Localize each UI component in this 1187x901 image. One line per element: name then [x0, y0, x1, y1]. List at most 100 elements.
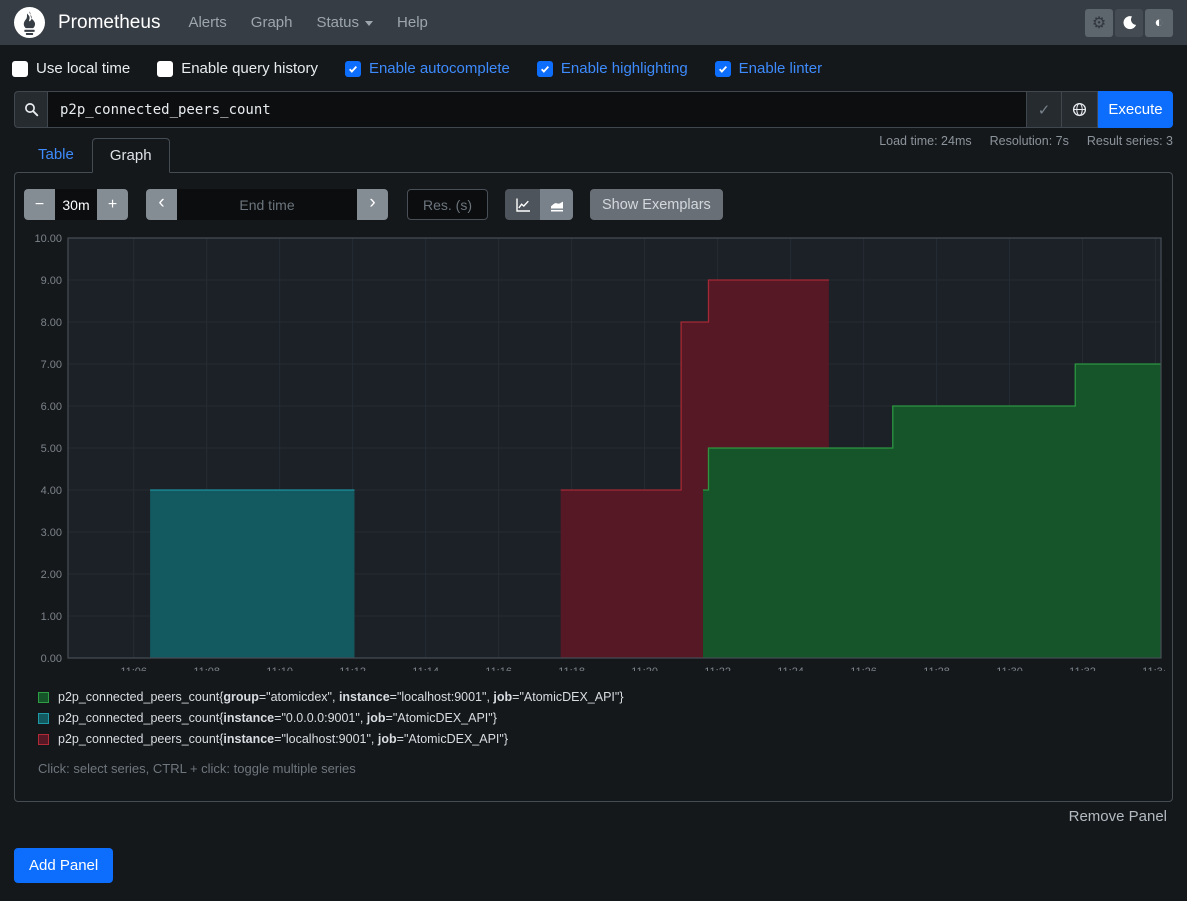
tab-table[interactable]: Table — [20, 137, 92, 172]
time-series-chart[interactable]: 0.00 1.00 2.00 3.00 4.00 5.00 6.00 7.00 8.00 9.00… — [24, 233, 1165, 671]
metrics-explorer-globe-icon[interactable] — [1062, 91, 1098, 128]
x-axis-label: 11:28 — [923, 666, 950, 671]
legend-item-0-0-0-0-9001-atomicdex-api[interactable]: p2p_connected_peers_count{instance="0.0.… — [38, 711, 1163, 725]
nav-item-graph[interactable]: Graph — [251, 14, 293, 31]
show-exemplars-button[interactable]: Show Exemplars — [590, 189, 723, 220]
y-axis-label: 8.00 — [41, 317, 62, 329]
chart[interactable]: 0.00 1.00 2.00 3.00 4.00 5.00 6.00 7.00 8.00 9.00… — [24, 233, 1163, 676]
auto-theme-contrast-icon[interactable]: ◐ — [1145, 9, 1173, 37]
query-stats: Load time: 24ms Resolution: 7s Result se… — [879, 134, 1173, 148]
query-expression-input[interactable] — [47, 91, 1027, 128]
x-axis-label: 11:12 — [339, 666, 366, 671]
y-axis-label: 4.00 — [41, 485, 62, 497]
load-time: Load time: 24ms — [879, 134, 971, 148]
line-graph-icon[interactable] — [505, 189, 540, 220]
x-axis-label: 11:32 — [1069, 666, 1096, 671]
option-label: Use local time — [36, 60, 130, 77]
checkbox-checked-icon[interactable] — [537, 61, 553, 77]
legend-hint: Click: select series, CTRL + click: togg… — [38, 761, 1163, 776]
options-row: Use local time Enable query history Enable… — [0, 45, 1187, 91]
moon-icon — [1122, 15, 1137, 30]
x-axis-label: 11:08 — [193, 666, 220, 671]
graph-type-toggle — [505, 189, 573, 220]
y-axis-label: 0.00 — [41, 653, 62, 665]
caret-down-icon — [365, 21, 373, 26]
navbar: Prometheus Alerts Graph Status Help ⚙ ◐ — [0, 0, 1187, 45]
query-bar: ✓ Execute — [14, 91, 1173, 128]
y-axis-label: 6.00 — [41, 401, 62, 413]
option-label: Enable linter — [739, 60, 822, 77]
checkbox-checked-icon[interactable] — [715, 61, 731, 77]
duration-input[interactable] — [55, 189, 97, 220]
y-axis-label: 9.00 — [41, 275, 62, 287]
series-name: p2p_connected_peers_count{instance="loca… — [58, 732, 508, 746]
execute-button[interactable]: Execute — [1098, 91, 1173, 128]
duration-increase-button[interactable]: + — [97, 189, 128, 220]
series-area-0-0-0-0-9001-atomicdex-api[interactable] — [150, 490, 354, 658]
theme-button-group: ⚙ ◐ — [1085, 9, 1173, 37]
y-axis-label: 5.00 — [41, 443, 62, 455]
x-axis-label: 11:14 — [412, 666, 439, 671]
brand-title[interactable]: Prometheus — [58, 12, 160, 34]
time-back-chevron-left[interactable]: ‹ — [146, 189, 177, 220]
tab-graph[interactable]: Graph — [92, 138, 170, 173]
x-axis-label: 11:34 — [1142, 666, 1165, 671]
nav-item-help[interactable]: Help — [397, 14, 428, 31]
query-valid-check-icon[interactable]: ✓ — [1027, 91, 1062, 128]
series-swatch-icon — [38, 734, 49, 745]
series-swatch-icon — [38, 713, 49, 724]
prometheus-logo-icon — [14, 7, 45, 38]
y-axis-label: 1.00 — [41, 611, 62, 623]
x-axis-label: 11:10 — [266, 666, 293, 671]
checkbox-unchecked-icon[interactable] — [12, 61, 28, 77]
x-axis-label: 11:20 — [631, 666, 658, 671]
y-axis-label: 10.00 — [34, 233, 62, 245]
time-forward-chevron-right[interactable]: › — [357, 189, 388, 220]
nav-item-status[interactable]: Status — [317, 14, 374, 31]
search-icon — [14, 91, 47, 128]
legend-item-atomicdex-localhost-9001-atomicdex-api[interactable]: p2p_connected_peers_count{group="atomicd… — [38, 690, 1163, 704]
x-axis-label: 11:16 — [485, 666, 512, 671]
x-axis-label: 11:24 — [777, 666, 804, 671]
checkbox-unchecked-icon[interactable] — [157, 61, 173, 77]
option-enable-highlighting[interactable]: Enable highlighting — [537, 60, 688, 77]
series-name: p2p_connected_peers_count{instance="0.0.… — [58, 711, 497, 725]
add-panel-button[interactable]: Add Panel — [14, 848, 113, 883]
resolution-input[interactable] — [407, 189, 488, 220]
option-enable-query-history[interactable]: Enable query history — [157, 60, 318, 77]
end-time-input[interactable] — [177, 189, 357, 220]
settings-gear-icon[interactable]: ⚙ — [1085, 9, 1113, 37]
remove-panel-link[interactable]: Remove Panel — [0, 808, 1167, 825]
y-axis-label: 2.00 — [41, 569, 62, 581]
legend: p2p_connected_peers_count{group="atomicd… — [38, 690, 1163, 746]
result-series: Result series: 3 — [1087, 134, 1173, 148]
nav-item-alerts[interactable]: Alerts — [188, 14, 226, 31]
legend-item-localhost-9001-atomicdex-api[interactable]: p2p_connected_peers_count{instance="loca… — [38, 732, 1163, 746]
nav-menu: Alerts Graph Status Help — [188, 14, 451, 31]
graph-controls: − + ‹ › Show Exemplars — [24, 189, 1163, 220]
stacked-graph-icon[interactable] — [540, 189, 573, 220]
checkbox-checked-icon[interactable] — [345, 61, 361, 77]
x-axis-label: 11:22 — [704, 666, 731, 671]
x-axis-label: 11:30 — [996, 666, 1023, 671]
option-label: Enable autocomplete — [369, 60, 510, 77]
option-label: Enable query history — [181, 60, 318, 77]
option-label: Enable highlighting — [561, 60, 688, 77]
duration-stepper: − + — [24, 189, 128, 220]
graph-panel: − + ‹ › Show Exemplars 0.00 1.00 2.00 3.00 4… — [14, 172, 1173, 802]
tabs-and-stats: Load time: 24ms Resolution: 7s Result se… — [14, 128, 1173, 172]
series-name: p2p_connected_peers_count{group="atomicd… — [58, 690, 624, 704]
option-enable-autocomplete[interactable]: Enable autocomplete — [345, 60, 510, 77]
resolution: Resolution: 7s — [990, 134, 1069, 148]
y-axis-label: 7.00 — [41, 359, 62, 371]
end-time-picker: ‹ › — [146, 189, 388, 220]
duration-decrease-button[interactable]: − — [24, 189, 55, 220]
option-use-local-time[interactable]: Use local time — [12, 60, 130, 77]
option-enable-linter[interactable]: Enable linter — [715, 60, 822, 77]
y-axis-label: 3.00 — [41, 527, 62, 539]
x-axis-label: 11:06 — [120, 666, 147, 671]
x-axis-label: 11:26 — [850, 666, 877, 671]
x-axis-label: 11:18 — [558, 666, 585, 671]
series-swatch-icon — [38, 692, 49, 703]
dark-theme-moon-icon[interactable] — [1115, 9, 1143, 37]
